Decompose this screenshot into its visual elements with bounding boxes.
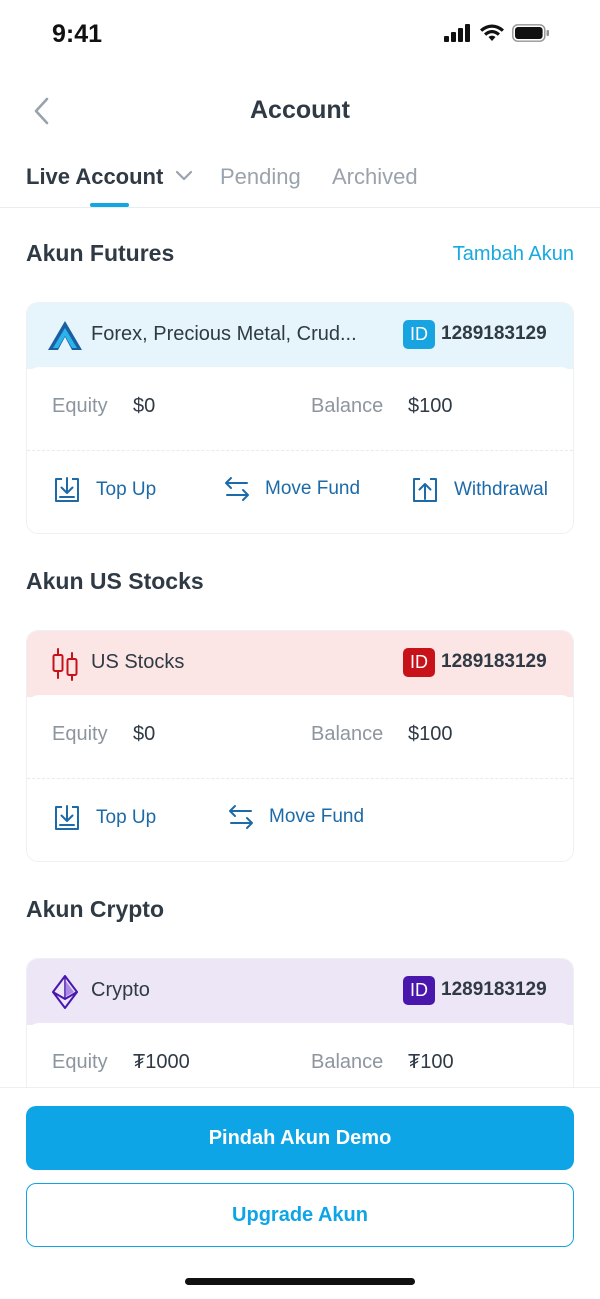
action-row: Top Up Move Fund Withdrawal: [27, 451, 573, 533]
action-label: Withdrawal: [454, 479, 548, 500]
action-label: Top Up: [96, 807, 157, 828]
move-fund-icon: [229, 805, 253, 829]
balance-value: $100: [408, 395, 453, 417]
equity-label: Equity: [52, 723, 108, 745]
account-card-futures[interactable]: Forex, Precious Metal, Crud... ID 128918…: [26, 302, 574, 534]
account-card-crypto[interactable]: Crypto ID 1289183129 Equity ₮1000 Balanc…: [26, 958, 574, 1088]
stat-row: Equity $0 Balance $100: [27, 367, 573, 451]
move-fund-button[interactable]: Move Fund: [223, 475, 360, 503]
action-label: Move Fund: [269, 806, 365, 827]
status-bar: 9:41: [0, 0, 600, 70]
action-label: Top Up: [96, 479, 157, 500]
withdrawal-icon: [413, 478, 437, 502]
card-header: Forex, Precious Metal, Crud... ID 128918…: [27, 303, 573, 369]
page-title: Account: [250, 96, 350, 124]
ethereum-icon: [47, 974, 83, 1010]
equity-label: Equity: [52, 395, 108, 417]
battery-icon: [512, 24, 549, 42]
id-badge: ID: [403, 648, 435, 677]
stat-row: Equity ₮1000 Balance ₮100: [27, 1023, 573, 1088]
section-title-futures: Akun Futures: [26, 240, 175, 266]
top-up-icon: [55, 805, 79, 830]
active-tab-indicator: [90, 203, 129, 207]
status-icons: [444, 24, 550, 42]
balance-value: ₮100: [408, 1051, 454, 1073]
home-indicator[interactable]: [185, 1278, 415, 1285]
top-up-button[interactable]: Top Up: [52, 803, 156, 833]
account-type-name: US Stocks: [91, 651, 185, 673]
futures-logo-icon: [47, 318, 83, 354]
account-list[interactable]: Akun Futures Tambah Akun Forex, Precious…: [0, 208, 600, 1088]
account-id: 1289183129: [441, 323, 547, 344]
section-title-crypto: Akun Crypto: [26, 896, 164, 922]
tab-label: Live Account: [26, 164, 164, 189]
balance-label: Balance: [311, 1051, 384, 1073]
section-title-stocks: Akun US Stocks: [26, 568, 204, 594]
account-type-name: Forex, Precious Metal, Crud...: [91, 323, 357, 345]
action-row: Top Up Move Fund: [27, 779, 573, 861]
equity-value: $0: [133, 395, 156, 417]
balance-label: Balance: [311, 723, 384, 745]
withdrawal-button[interactable]: Withdrawal: [410, 475, 548, 505]
top-up-button[interactable]: Top Up: [52, 475, 156, 505]
action-label: Move Fund: [265, 478, 361, 499]
card-body: Equity $0 Balance $100 Top Up: [27, 367, 573, 533]
account-id: 1289183129: [441, 651, 547, 672]
switch-demo-account-button[interactable]: Pindah Akun Demo: [26, 1106, 574, 1170]
tab-pending[interactable]: Pending: [220, 164, 301, 190]
top-up-icon: [55, 477, 79, 502]
status-time: 9:41: [52, 20, 103, 48]
card-header: Crypto ID 1289183129: [27, 959, 573, 1025]
balance-value: $100: [408, 723, 453, 745]
account-type-name: Crypto: [91, 979, 150, 1001]
upgrade-account-button[interactable]: Upgrade Akun: [26, 1183, 574, 1247]
account-tabs: Live Account Pending Archived: [0, 156, 600, 208]
wifi-icon: [480, 24, 504, 41]
nav-bar: Account: [0, 82, 600, 142]
account-card-us-stocks[interactable]: US Stocks ID 1289183129 Equity $0 Balanc…: [26, 630, 574, 862]
id-badge: ID: [403, 976, 435, 1005]
balance-label: Balance: [311, 395, 384, 417]
card-body: Equity $0 Balance $100 Top Up: [27, 695, 573, 861]
tab-archived[interactable]: Archived: [332, 164, 418, 190]
equity-label: Equity: [52, 1051, 108, 1073]
stat-row: Equity $0 Balance $100: [27, 695, 573, 779]
bottom-action-panel: Pindah Akun Demo Upgrade Akun: [0, 1087, 600, 1299]
id-badge: ID: [403, 320, 435, 349]
equity-value: $0: [133, 723, 156, 745]
equity-value: ₮1000: [133, 1051, 190, 1073]
chevron-down-icon: [176, 171, 193, 181]
tab-live-account[interactable]: Live Account: [26, 164, 193, 190]
move-fund-icon: [225, 477, 249, 501]
move-fund-button[interactable]: Move Fund: [227, 803, 364, 831]
card-body: Equity ₮1000 Balance ₮100: [27, 1023, 573, 1088]
card-header: US Stocks ID 1289183129: [27, 631, 573, 697]
add-account-link[interactable]: Tambah Akun: [453, 243, 574, 266]
signal-icon: [444, 24, 470, 42]
account-id: 1289183129: [441, 979, 547, 1000]
candlestick-icon: [47, 646, 83, 682]
